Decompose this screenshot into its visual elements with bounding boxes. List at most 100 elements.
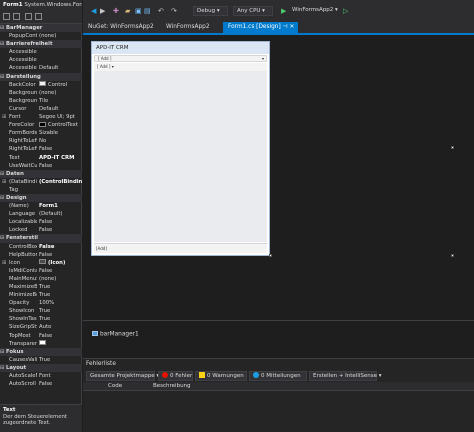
expand-icon[interactable]: ⊞ [2, 113, 6, 121]
property-value[interactable]: Auto [39, 323, 82, 331]
tab-winformsapp2[interactable]: WinFormsApp2 [161, 22, 215, 33]
property-row[interactable]: BackColor Control [0, 81, 82, 89]
property-row[interactable]: MainMenuStrip(none) [0, 275, 82, 283]
property-value[interactable]: True [39, 356, 82, 364]
property-row[interactable]: AccessibleName [0, 56, 82, 64]
open-folder-icon[interactable]: ▰ [125, 7, 130, 15]
form-client-area[interactable] [94, 71, 267, 242]
property-row[interactable]: AutoScroll False [0, 380, 82, 388]
property-row[interactable]: IsMdiContainerFalse [0, 267, 82, 275]
resize-handle[interactable] [451, 254, 454, 257]
property-value[interactable]: (none) [39, 275, 82, 283]
property-value[interactable]: APD-IT CRM [39, 154, 82, 162]
navigate-back-icon[interactable]: ◀ [91, 7, 96, 15]
property-row[interactable]: TopMost False [0, 332, 82, 340]
messages-filter-button[interactable]: 0 Mitteilungen [249, 371, 307, 381]
property-row[interactable]: SizeGripStyleAuto [0, 323, 82, 331]
property-value[interactable]: False [39, 332, 82, 340]
property-row[interactable]: MinimizeBoxTrue [0, 291, 82, 299]
property-category[interactable]: BarManager [0, 24, 82, 33]
redo-icon[interactable]: ↷ [171, 7, 177, 15]
configuration-select[interactable]: Debug ▾ [193, 6, 228, 16]
save-all-icon[interactable]: ▤ [144, 7, 151, 15]
property-value[interactable]: ControlText [39, 121, 82, 129]
property-row[interactable]: Tag [0, 186, 82, 194]
property-value[interactable]: True [39, 307, 82, 315]
property-row[interactable]: BackgroundImageLayoutTile [0, 97, 82, 105]
property-row[interactable]: PopupContextMenu(none) [0, 32, 82, 40]
property-row[interactable]: Localizable False [0, 218, 82, 226]
build-source-select[interactable]: Erstellen + IntelliSense ▾ [309, 371, 382, 381]
property-value[interactable]: Default [39, 105, 82, 113]
property-category[interactable]: Fokus [0, 347, 82, 356]
scope-select[interactable]: Gesamte Projektmappe ▾ [86, 371, 159, 381]
resize-handle[interactable] [451, 146, 454, 149]
column-code[interactable]: Code [108, 382, 122, 391]
property-category[interactable]: Fensterstil [0, 234, 82, 243]
property-value[interactable]: False [39, 162, 82, 170]
property-value[interactable]: Sizable [39, 129, 82, 137]
start-icon[interactable]: ▶ [281, 7, 286, 15]
property-row[interactable]: Locked False [0, 226, 82, 234]
property-row[interactable]: Text APD-IT CRM [0, 154, 82, 162]
property-value[interactable]: False [39, 243, 82, 251]
form-bar-2[interactable]: [ Add ] ▾ [94, 63, 267, 71]
events-icon[interactable] [35, 13, 42, 20]
property-value[interactable]: 100% [39, 299, 82, 307]
property-category[interactable]: Layout [0, 363, 82, 373]
property-value[interactable]: (none) [39, 32, 82, 40]
form-window[interactable]: APD-IT CRM [ Add ] ▾ [ Add ] ▾ [Add] [91, 41, 270, 256]
tray-item-barmanager[interactable]: barManager1 [92, 331, 139, 338]
property-value[interactable]: False [39, 218, 82, 226]
property-row[interactable]: BackgroundImage(none) [0, 89, 82, 97]
property-row[interactable]: TransparencyKey [0, 340, 82, 348]
property-row[interactable]: AutoScaleModeFont [0, 372, 82, 380]
property-category[interactable]: Darstellung [0, 72, 82, 81]
start-project-button[interactable]: WinFormsApp2 ▾ [289, 6, 339, 16]
save-icon[interactable]: ▣ [135, 7, 142, 15]
property-value[interactable]: No [39, 137, 82, 145]
property-value[interactable]: False [39, 251, 82, 259]
property-row[interactable]: UseWaitCursorFalse [0, 162, 82, 170]
property-row[interactable]: (Name) Form1 [0, 202, 82, 210]
resize-handle[interactable] [269, 254, 272, 257]
properties-icon[interactable] [25, 13, 32, 20]
property-value[interactable]: False [39, 226, 82, 234]
property-row[interactable]: AccessibleDescription [0, 48, 82, 56]
property-value[interactable]: True [39, 315, 82, 323]
property-row[interactable]: RightToLeft No [0, 137, 82, 145]
property-value[interactable]: (Default) [39, 210, 82, 218]
property-row[interactable]: ShowIcon True [0, 307, 82, 315]
bar-options-icon[interactable]: ▾ [112, 64, 114, 69]
form-bar-1[interactable]: [ Add ] ▾ [94, 55, 267, 62]
property-row[interactable]: RightToLeftLayoutFalse [0, 145, 82, 153]
warnings-filter-button[interactable]: 0 Warnungen [195, 371, 247, 381]
property-value[interactable]: True [39, 283, 82, 291]
property-value[interactable]: (ControlBindings) [39, 178, 82, 186]
errors-filter-button[interactable]: 0 Fehler [158, 371, 193, 381]
property-row[interactable]: ForeColor ControlText [0, 121, 82, 129]
property-row[interactable]: AccessibleRoleDefault [0, 64, 82, 72]
property-row[interactable]: (DataBindings)⊞ (ControlBindings) [0, 178, 82, 186]
property-row[interactable]: Font ⊞ Segoe UI; 9pt [0, 113, 82, 121]
column-description[interactable]: Beschreibung [153, 382, 191, 391]
tab-nuget[interactable]: NuGet: WinFormsApp2 [83, 22, 159, 33]
expand-icon[interactable]: ⊞ [2, 178, 6, 186]
expand-icon[interactable]: ⊞ [2, 259, 6, 267]
property-row[interactable]: Cursor Default [0, 105, 82, 113]
property-row[interactable]: MaximizeBoxTrue [0, 283, 82, 291]
property-category[interactable]: Barrierefreiheit [0, 40, 82, 49]
bar-options-icon[interactable]: ▾ [262, 56, 264, 61]
property-value[interactable]: Font [39, 372, 82, 380]
property-value[interactable]: (Icon) [39, 259, 82, 267]
alphabetical-icon[interactable] [13, 13, 20, 20]
property-value[interactable]: True [39, 291, 82, 299]
property-row[interactable]: ControlBox False [0, 243, 82, 251]
property-value[interactable]: (none) [39, 89, 82, 97]
property-row[interactable]: Opacity 100% [0, 299, 82, 307]
property-value[interactable]: Form1 [39, 202, 82, 210]
start-without-debug-icon[interactable]: ▷ [343, 7, 348, 15]
property-row[interactable]: HelpButton False [0, 251, 82, 259]
form-status-bar[interactable]: [Add] [94, 243, 267, 253]
navigate-forward-icon[interactable]: ▶ [100, 7, 105, 15]
